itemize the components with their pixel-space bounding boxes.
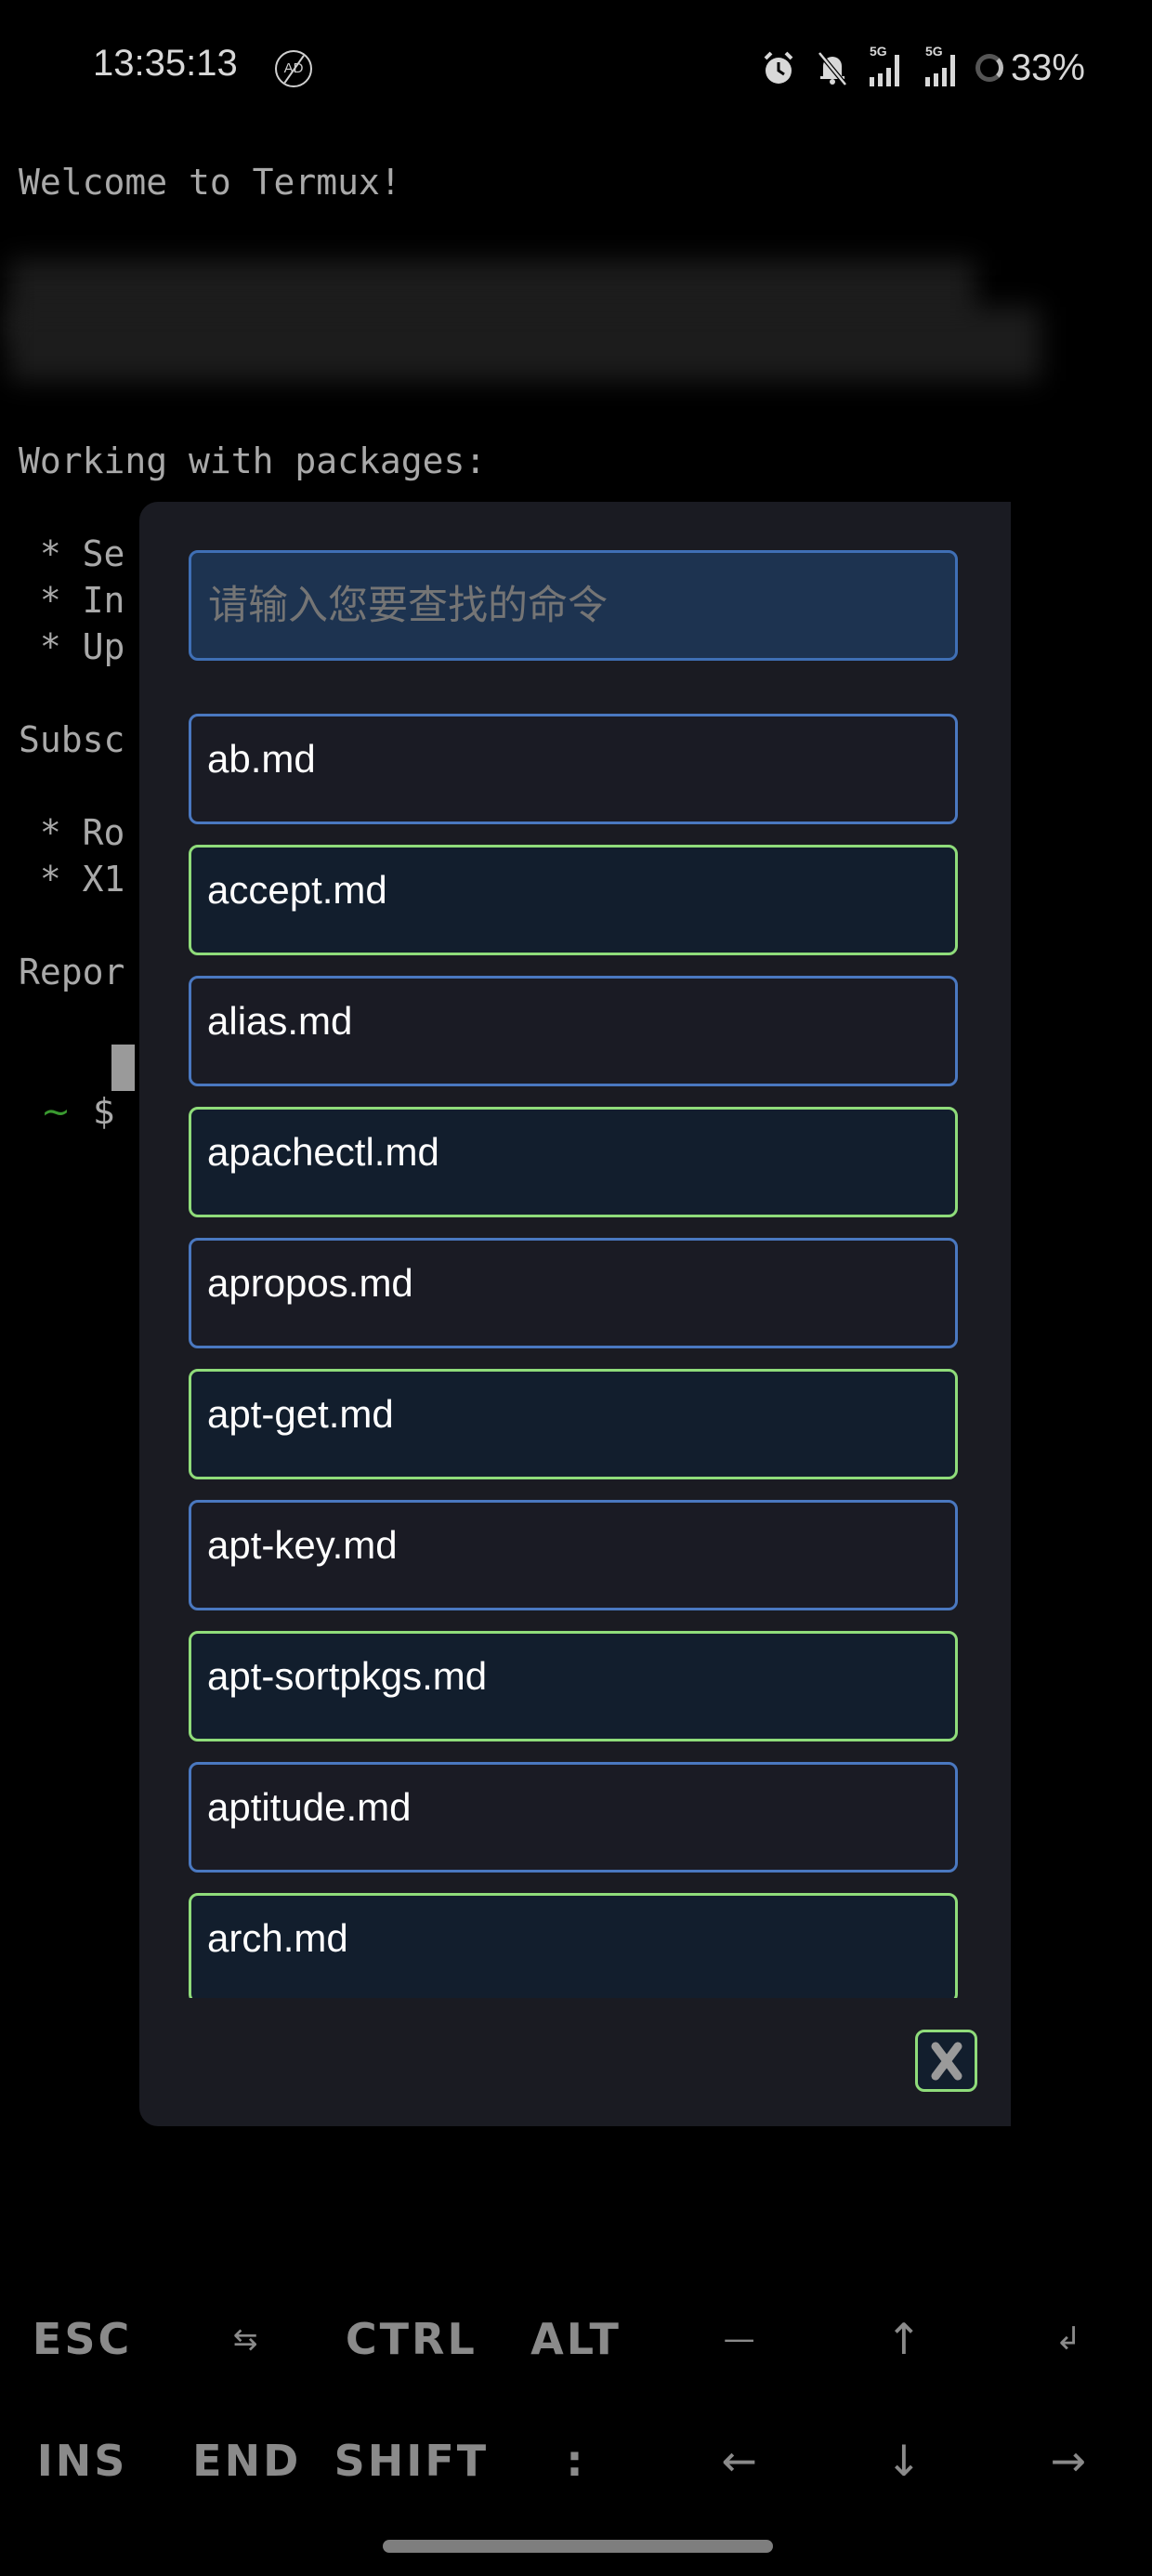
- key-colon[interactable]: :: [493, 2405, 658, 2517]
- list-item-label: apropos.md: [207, 1261, 413, 1305]
- battery-icon: [975, 54, 1003, 82]
- signal-5g-icon: 5G: [924, 44, 955, 86]
- battery-percent: 33%: [1010, 46, 1085, 88]
- terminal-line: * Up: [19, 626, 125, 667]
- list-item[interactable]: accept.md: [189, 845, 958, 955]
- list-item-label: apt-sortpkgs.md: [207, 1654, 488, 1698]
- redacted-text: [9, 307, 1041, 381]
- list-item-label: arch.md: [207, 1916, 348, 1960]
- list-item-label: accept.md: [207, 868, 387, 912]
- list-item[interactable]: apachectl.md: [189, 1107, 958, 1217]
- key-end[interactable]: END: [164, 2405, 329, 2517]
- key-shift[interactable]: SHIFT: [329, 2405, 493, 2517]
- extra-keys-row-2: INS END SHIFT : ← ↓ →: [0, 2405, 1152, 2517]
- key-ctrl[interactable]: CTRL: [329, 2283, 493, 2395]
- list-item[interactable]: alias.md: [189, 976, 958, 1086]
- key-up-arrow[interactable]: ↑: [823, 2283, 988, 2395]
- list-item[interactable]: apt-key.md: [189, 1500, 958, 1610]
- signal-5g-icon: 5G: [869, 44, 899, 86]
- key-down-arrow[interactable]: ↓: [823, 2405, 988, 2517]
- command-search-input[interactable]: [189, 550, 958, 661]
- key-ins[interactable]: INS: [0, 2405, 164, 2517]
- ad-block-icon: AD: [275, 50, 312, 87]
- list-item[interactable]: apt-get.md: [189, 1369, 958, 1479]
- key-dash[interactable]: —: [659, 2283, 823, 2395]
- terminal-line: * In: [19, 580, 125, 621]
- list-item-label: apt-key.md: [207, 1523, 398, 1567]
- terminal-line: * Se: [19, 533, 125, 574]
- terminal-welcome: Welcome to Termux!: [19, 162, 401, 203]
- key-alt[interactable]: ALT: [493, 2283, 658, 2395]
- key-right-arrow[interactable]: →: [988, 2405, 1152, 2517]
- command-search-dialog: ab.md accept.md alias.md apachectl.md ap…: [139, 502, 1011, 2126]
- prompt-symbol: $: [93, 1091, 116, 1132]
- list-item-label: aptitude.md: [207, 1785, 412, 1829]
- clock: 13:35:13: [93, 43, 238, 84]
- list-item[interactable]: apt-sortpkgs.md: [189, 1631, 958, 1741]
- terminal-report-heading: Repor: [19, 952, 125, 992]
- command-list[interactable]: ab.md accept.md alias.md apachectl.md ap…: [189, 714, 962, 1998]
- close-icon: [931, 2042, 962, 2080]
- terminal-packages-heading: Working with packages:: [19, 440, 487, 481]
- alarm-icon: [764, 51, 793, 84]
- key-esc[interactable]: ESC: [0, 2283, 164, 2395]
- terminal-cursor: [111, 1045, 135, 1091]
- status-bar: 13:35:13 AD 5G 5G 33%: [0, 0, 1152, 139]
- list-item[interactable]: aptitude.md: [189, 1762, 958, 1873]
- key-tab[interactable]: ⇆: [164, 2283, 329, 2395]
- list-item[interactable]: ab.md: [189, 714, 958, 824]
- terminal-prompt[interactable]: ~ $: [19, 1045, 115, 1134]
- terminal-line: * X1: [19, 859, 125, 900]
- close-button[interactable]: [915, 2030, 977, 2092]
- terminal-line: * Ro: [19, 812, 125, 853]
- list-item-label: ab.md: [207, 737, 316, 781]
- home-indicator[interactable]: [383, 2540, 773, 2553]
- list-item-label: alias.md: [207, 999, 353, 1043]
- list-item[interactable]: arch.md: [189, 1893, 958, 1998]
- key-enter[interactable]: ↲: [988, 2283, 1152, 2395]
- list-item-label: apt-get.md: [207, 1392, 394, 1436]
- extra-keys-row-1: ESC ⇆ CTRL ALT — ↑ ↲: [0, 2283, 1152, 2395]
- list-item[interactable]: apropos.md: [189, 1238, 958, 1348]
- terminal-subscribe-heading: Subsc: [19, 719, 125, 760]
- prompt-tilde: ~: [41, 1091, 72, 1132]
- key-left-arrow[interactable]: ←: [659, 2405, 823, 2517]
- list-item-label: apachectl.md: [207, 1130, 439, 1174]
- bell-muted-icon: [818, 51, 847, 86]
